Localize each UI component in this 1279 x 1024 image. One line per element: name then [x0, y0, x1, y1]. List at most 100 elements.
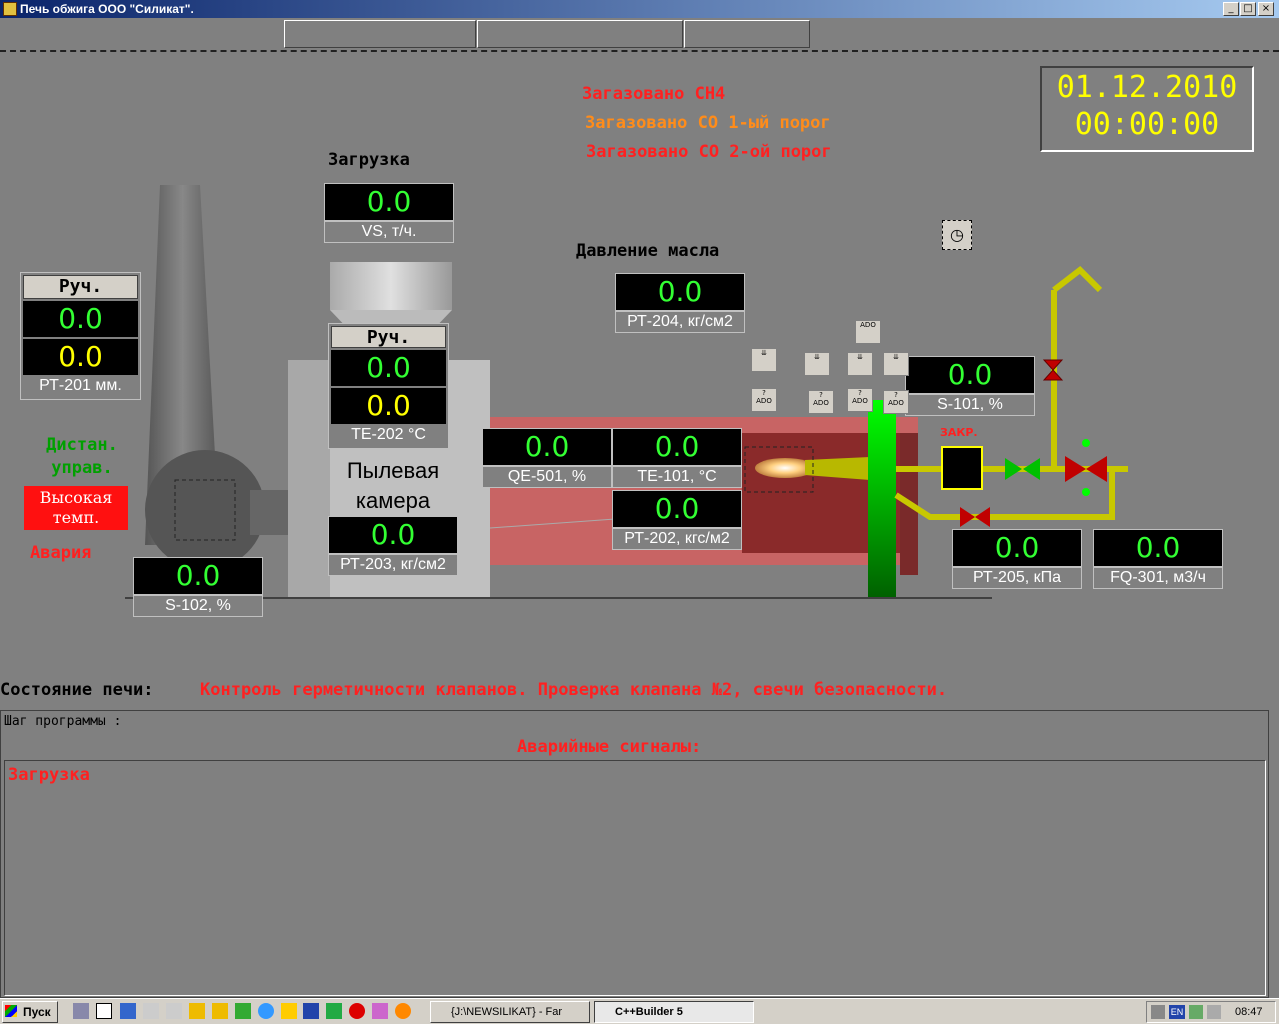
fan-housing — [145, 450, 265, 570]
pt203-value: 0.0 — [328, 516, 458, 554]
fq301-value: 0.0 — [1093, 529, 1223, 567]
ado-label-2: ADO — [813, 399, 829, 407]
alarm-co1: Загазовано СО 1-ый порог — [585, 113, 831, 133]
qe501-indicator: 0.0 QE-501, % — [482, 428, 612, 490]
pt205-value: 0.0 — [952, 529, 1082, 567]
opera-icon[interactable] — [349, 1003, 365, 1019]
alarm-list[interactable]: Загрузка — [4, 760, 1266, 996]
quicklaunch-icon-8[interactable] — [235, 1003, 251, 1019]
high-temp-alarm: Высокая темп. — [24, 486, 128, 530]
s102-indicator: 0.0 S-102, % — [133, 557, 263, 619]
tray-icon-2[interactable] — [1207, 1005, 1221, 1019]
high-temp-line1: Высокая — [39, 488, 113, 507]
fq301-indicator: 0.0 FQ-301, м3/ч — [1093, 529, 1223, 591]
pt201-value2: 0.0 — [23, 339, 138, 375]
te202-value2: 0.0 — [331, 388, 446, 424]
setpoint-icon-1[interactable]: ⇊ — [751, 348, 777, 372]
program-step-label: Шаг программы : — [4, 714, 122, 729]
burner-wall — [868, 400, 896, 598]
ado-label-4: ADO — [888, 399, 904, 407]
s102-label: S-102, % — [133, 595, 263, 617]
pt205-indicator: 0.0 РТ-205, кПа — [952, 529, 1082, 591]
setpoint-icon-2[interactable]: ⇊ — [804, 352, 830, 376]
ado-icon-1[interactable]: ? ADO — [751, 388, 777, 412]
pt204-label: РТ-204, кг/см2 — [615, 311, 745, 333]
clock-icon[interactable]: ◷ — [942, 220, 972, 250]
pt204-indicator: 0.0 РТ-204, кг/см2 — [615, 273, 745, 335]
quicklaunch-icon-10[interactable] — [281, 1003, 297, 1019]
header-segment-1[interactable] — [284, 20, 476, 48]
te101-label: ТЕ-101, °С — [612, 466, 742, 488]
app-icon — [3, 2, 17, 16]
high-temp-line2: темп. — [52, 508, 100, 527]
divider — [0, 50, 1279, 52]
window-title: Печь обжига ООО "Силикат". — [20, 2, 194, 16]
minimize-icon[interactable]: _ — [1223, 2, 1239, 16]
ado-icon-3[interactable]: ? ADO — [847, 388, 873, 412]
pt203-label: РТ-203, кг/см2 — [328, 554, 458, 576]
te202-label: ТЕ-202 °С — [351, 426, 426, 443]
setpoint-icon-4[interactable]: ⇊ — [883, 352, 909, 376]
ado-icon-2[interactable]: ? ADO — [808, 390, 834, 414]
quicklaunch-icon-4[interactable] — [143, 1003, 159, 1019]
quicklaunch-icon-6[interactable] — [189, 1003, 205, 1019]
windows-logo-icon — [5, 1005, 17, 1017]
language-indicator[interactable]: EN — [1169, 1005, 1185, 1019]
dust-chamber-label: Пылевая камера — [318, 456, 468, 516]
word-icon[interactable] — [303, 1003, 319, 1019]
window-title-bar: Печь обжига ООО "Силикат". — [0, 0, 1279, 18]
pt201-value1: 0.0 — [23, 301, 138, 337]
ado-icon-top[interactable]: ADO — [855, 320, 881, 344]
alarm-ch4: Загазовано СН4 — [582, 84, 726, 104]
firefox-icon[interactable] — [395, 1003, 411, 1019]
quicklaunch-icon-3[interactable] — [120, 1003, 136, 1019]
excel-icon[interactable] — [326, 1003, 342, 1019]
close-icon[interactable]: × — [1258, 2, 1274, 16]
remote-control-label: Дистан. управ. — [32, 434, 132, 480]
task-cbuilder-label: C++Builder 5 — [615, 1006, 683, 1018]
remote-line1: Дистан. — [46, 435, 118, 455]
vs-label: VS, т/ч. — [324, 221, 454, 243]
furnace-state-text: Контроль герметичности клапанов. Проверк… — [200, 680, 948, 700]
maximize-icon[interactable]: □ — [1240, 2, 1256, 16]
te202-value1: 0.0 — [331, 350, 446, 386]
quicklaunch-icon-2[interactable] — [96, 1003, 112, 1019]
te202-mode[interactable]: Руч. — [331, 326, 446, 348]
vs-value: 0.0 — [324, 183, 454, 221]
alarm-list-item[interactable]: Загрузка — [5, 761, 1265, 785]
s102-value: 0.0 — [133, 557, 263, 595]
ado-label-3: ADO — [852, 397, 868, 405]
pt205-label: РТ-205, кПа — [952, 567, 1082, 589]
task-far[interactable]: {J:\NEWSILIKAT} - Far — [430, 1001, 590, 1023]
s101-value: 0.0 — [905, 356, 1035, 394]
oil-pressure-title: Давление масла — [576, 241, 720, 261]
datetime-display: 01.12.2010 00:00:00 — [1040, 66, 1254, 152]
pt204-value: 0.0 — [615, 273, 745, 311]
alarm-co2: Загазовано СО 2-ой порог — [586, 142, 832, 162]
pt201-label: РТ-201 мм. — [39, 377, 122, 394]
qe501-label: QE-501, % — [482, 466, 612, 488]
quicklaunch-icon-14[interactable] — [372, 1003, 388, 1019]
ie-icon[interactable] — [258, 1003, 274, 1019]
time-value: 00:00:00 — [1074, 107, 1220, 142]
header-segment-3[interactable] — [684, 20, 810, 48]
header-segment-2[interactable] — [477, 20, 683, 48]
quicklaunch-icon-7[interactable] — [212, 1003, 228, 1019]
quicklaunch-icon-5[interactable] — [166, 1003, 182, 1019]
pt202-value: 0.0 — [612, 490, 742, 528]
pt201-mode[interactable]: Руч. — [23, 275, 138, 299]
shutoff-valve[interactable] — [942, 447, 982, 489]
quicklaunch-icon-1[interactable] — [73, 1003, 89, 1019]
task-cbuilder[interactable]: C++Builder 5 — [594, 1001, 754, 1023]
te101-value: 0.0 — [612, 428, 742, 466]
volume-icon[interactable] — [1151, 1005, 1165, 1019]
vs-indicator: 0.0 VS, т/ч. — [324, 183, 454, 245]
fq301-label: FQ-301, м3/ч — [1093, 567, 1223, 589]
valve-state-label: ЗАКР. — [940, 426, 978, 439]
setpoint-icon-3[interactable]: ⇊ — [847, 352, 873, 376]
tray-icon-1[interactable] — [1189, 1005, 1203, 1019]
ado-label-1: ADO — [756, 397, 772, 405]
alarm-label: Авария — [30, 543, 92, 563]
ado-icon-4[interactable]: ? ADO — [883, 390, 909, 414]
s101-indicator: 0.0 S-101, % — [905, 356, 1035, 418]
